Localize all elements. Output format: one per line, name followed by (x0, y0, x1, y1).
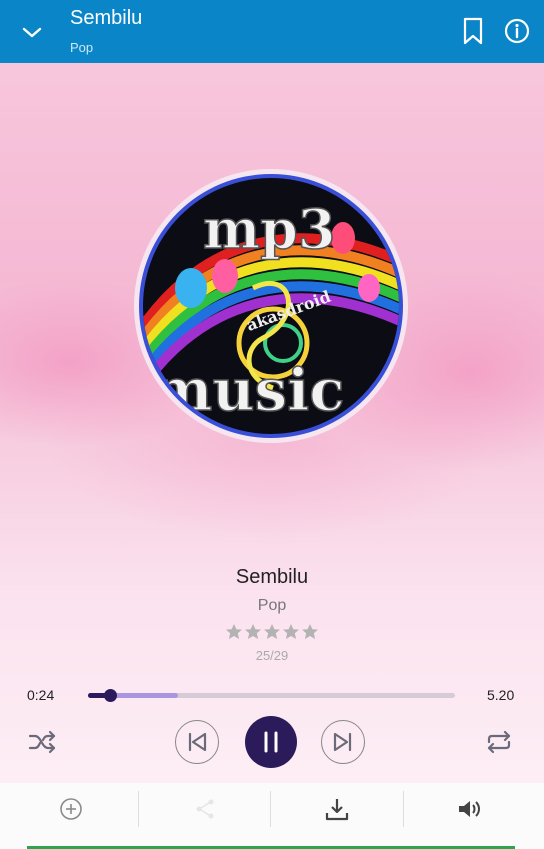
download-icon (325, 799, 349, 821)
seek-thumb[interactable] (104, 689, 117, 702)
total-time: 5.20 (487, 687, 515, 703)
rating-stars[interactable] (225, 622, 319, 642)
artwork-subtitle-text: music (151, 356, 345, 424)
rating-star (302, 624, 318, 639)
volume-icon (459, 801, 480, 817)
bottom-action-bar (0, 783, 544, 835)
previous-icon (188, 732, 207, 752)
next-button[interactable] (321, 720, 365, 764)
bookmark-icon[interactable] (459, 16, 487, 46)
download-button[interactable] (270, 783, 404, 835)
shuffle-icon[interactable] (27, 728, 57, 756)
share-icon (196, 799, 214, 819)
track-genre: Pop (257, 597, 287, 614)
add-to-playlist-button[interactable] (4, 783, 138, 835)
rating-star (226, 624, 242, 639)
pause-button[interactable] (245, 716, 297, 768)
repeat-icon[interactable] (484, 728, 514, 756)
artwork-title-text: mp3 (203, 197, 335, 261)
add-playlist-icon (60, 798, 82, 820)
previous-button[interactable] (175, 720, 219, 764)
volume-button[interactable] (403, 783, 537, 835)
top-app-bar: Sembilu Pop (0, 0, 544, 63)
next-icon (333, 732, 352, 752)
track-counter: 25/29 (255, 648, 289, 663)
rating-star (264, 624, 280, 639)
share-button[interactable] (138, 783, 272, 835)
elapsed-time: 0:24 (27, 687, 55, 703)
rating-star (245, 624, 261, 639)
track-title: Sembilu (235, 566, 309, 588)
info-icon[interactable] (503, 17, 531, 45)
album-artwork: mp3 akasdroid music (133, 168, 409, 444)
header-subtitle: Pop (70, 40, 94, 55)
pause-icon (264, 731, 278, 753)
header-title: Sembilu (70, 7, 143, 29)
rating-star (283, 624, 299, 639)
chevron-down-icon[interactable] (18, 18, 46, 46)
